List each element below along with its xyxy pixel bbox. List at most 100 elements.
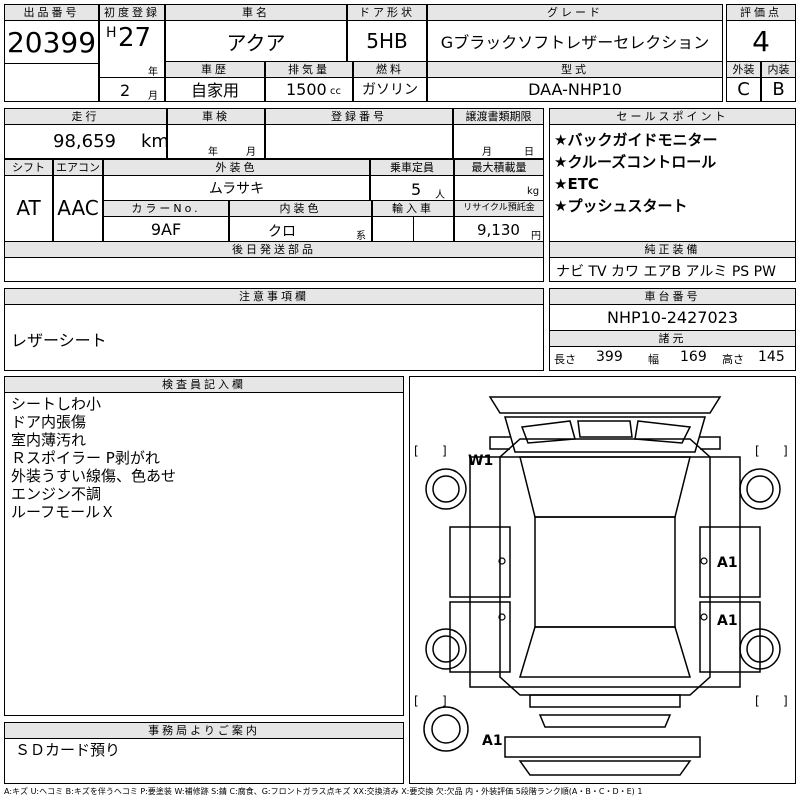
damage-mark-right-rear-door: A1 [717, 613, 738, 629]
mileage-value: 98,659 [53, 131, 116, 152]
max-load-unit: kg [527, 186, 540, 197]
fuel-header: 燃料 [354, 62, 426, 78]
inspection-cell: 車検 年 月 [167, 108, 265, 159]
model-header: 型式 [428, 62, 722, 78]
inspector-notes-cell: 検査員記入欄 シートしわ小 ドア内張傷 室内薄汚れ Ｒスポイラー P剥がれ 外装… [4, 376, 404, 716]
diagram-bracket-right-open-rear: [ [755, 694, 760, 708]
exterior-color-value: ムラサキ [208, 181, 265, 197]
selling-points-header: セールスポイント [550, 109, 795, 125]
shift-header: シフト [5, 160, 52, 176]
grade-header: グレード [428, 5, 722, 21]
history-value: 自家用 [190, 81, 239, 100]
car-name-header: 車名 [166, 5, 346, 21]
transfer-month-unit: 月 [482, 147, 492, 158]
lot-number-cell: 出品番号 20399 [4, 4, 99, 102]
damage-mark-right-front-door: A1 [717, 555, 738, 571]
damage-mark-rear-left: A1 [482, 733, 503, 749]
exterior-color-cell: 外装色 ムラサキ [103, 159, 370, 201]
interior-color-value: クロ [268, 224, 296, 240]
month-unit: 月 [148, 91, 158, 102]
transfer-deadline-header: 譲渡書類期限 [454, 109, 543, 125]
score-cell: 評価点 4 [726, 4, 796, 62]
diagram-bracket-right-close: ] [783, 444, 788, 458]
genuine-equipment-value: ナビ TV カワ エアB アルミ PS PW [556, 264, 776, 280]
recycle-unit: 円 [531, 231, 541, 242]
length-value: 399 [596, 349, 623, 365]
office-note-cell: 事務局よりご案内 ＳＤカード預り [4, 722, 404, 784]
max-load-cell: 最大積載量 kg [454, 159, 544, 201]
selling-points-list: ★バックガイドモニター ★クルーズコントロール ★ETC ★プッシュスタート [554, 129, 717, 217]
transfer-day-unit: 日 [524, 147, 534, 158]
aircon-cell: エアコン AAC [53, 159, 103, 242]
inspector-note: ドア内張傷 [11, 413, 87, 431]
door-cell: ドア形状 5HB [347, 4, 427, 62]
chassis-number-value: NHP10-2427023 [606, 307, 739, 327]
model-cell: 型式 DAA-NHP10 [427, 61, 723, 102]
selling-point-item: ★プッシュスタート [554, 197, 688, 215]
selling-point-item: ★バックガイドモニター [554, 131, 718, 149]
diagram-bracket-left-open-rear: [ [414, 694, 419, 708]
inspection-month-unit: 月 [246, 147, 256, 158]
color-number-value: 9AF [150, 219, 182, 239]
damage-diagram: [ ] [ ] [ ] [ ] W1 A1 A1 A1 [409, 376, 796, 784]
later-parts-cell: 後日発送部品 [4, 241, 544, 282]
displacement-cell: 排気量 1500 cc [265, 61, 353, 102]
recycle-value: 9,130 [477, 221, 520, 239]
year-unit: 年 [148, 67, 158, 78]
width-value: 169 [680, 349, 707, 365]
chassis-number-cell: 車台番号 NHP10-2427023 諸元 長さ 399 幅 169 高さ 14… [549, 288, 796, 371]
caution-header: 注意事項欄 [5, 289, 543, 305]
door-value: 5HB [366, 29, 408, 53]
car-name-cell: 車名 アクア [165, 4, 347, 62]
width-label: 幅 [648, 353, 659, 366]
later-parts-header: 後日発送部品 [5, 242, 543, 258]
inspector-note: 外装うすい線傷、色あせ [11, 467, 177, 485]
interior-color-header: 内装色 [230, 201, 371, 217]
interior-color-unit: 系 [356, 231, 366, 242]
selling-point-item: ★クルーズコントロール [554, 153, 717, 171]
selling-points-cell: セールスポイント ★バックガイドモニター ★クルーズコントロール ★ETC ★プ… [549, 108, 796, 242]
legend-footer: A:キズ U:ヘコミ B:キズを伴うヘコミ P:要塗装 W:補修跡 S:錆 C:… [4, 787, 643, 796]
lot-number-header: 出品番号 [5, 5, 98, 21]
shift-cell: シフト AT [4, 159, 53, 242]
inspection-header: 車検 [168, 109, 264, 125]
import-cell: 輸入車 [372, 200, 454, 242]
max-load-header: 最大積載量 [455, 160, 543, 176]
length-label: 長さ [554, 353, 576, 366]
mileage-cell: 走行 98,659 km [4, 108, 169, 159]
caution-cell: 注意事項欄 レザーシート [4, 288, 544, 371]
exterior-color-header: 外装色 [104, 160, 369, 176]
height-value: 145 [758, 349, 785, 365]
exterior-grade-cell: 外装 C [726, 61, 761, 102]
inspector-notes-header: 検査員記入欄 [5, 377, 403, 393]
interior-color-cell: 内装色 クロ 系 [229, 200, 372, 242]
registration-number-cell: 登録番号 [265, 108, 453, 159]
specs-header: 諸元 [550, 330, 795, 347]
selling-point-item: ★ETC [554, 175, 599, 193]
capacity-header: 乗車定員 [371, 160, 453, 176]
lot-number-value: 20399 [6, 25, 97, 59]
diagram-bracket-left-open: [ [414, 444, 419, 458]
office-note-text: ＳＤカード預り [15, 741, 121, 759]
grade-value: Gブラックソフトレザーセレクション [440, 33, 710, 52]
color-number-header: カラーNo. [104, 201, 228, 217]
genuine-equipment-cell: 純正装備 ナビ TV カワ エアB アルミ PS PW [549, 241, 796, 282]
history-cell: 車歴 自家用 [165, 61, 265, 102]
diagram-bracket-left-close-rear: ] [442, 694, 447, 708]
score-header: 評価点 [727, 5, 795, 21]
inspector-note: エンジン不調 [11, 485, 102, 503]
inspection-year-unit: 年 [208, 147, 218, 158]
genuine-equipment-header: 純正装備 [550, 242, 795, 258]
diagram-bracket-left-close: ] [442, 444, 447, 458]
model-value: DAA-NHP10 [528, 79, 622, 99]
inspector-note: シートしわ小 [11, 395, 102, 413]
exterior-header: 外装 [727, 62, 760, 78]
inspector-note: Ｒスポイラー P剥がれ [11, 449, 160, 467]
transfer-deadline-cell: 譲渡書類期限 月 日 [453, 108, 544, 159]
office-note-header: 事務局よりご案内 [5, 723, 403, 739]
import-header: 輸入車 [373, 201, 453, 217]
interior-value: B [772, 78, 785, 100]
capacity-cell: 乗車定員 5 人 [370, 159, 454, 201]
capacity-value: 5 [411, 180, 422, 199]
door-header: ドア形状 [348, 5, 426, 21]
